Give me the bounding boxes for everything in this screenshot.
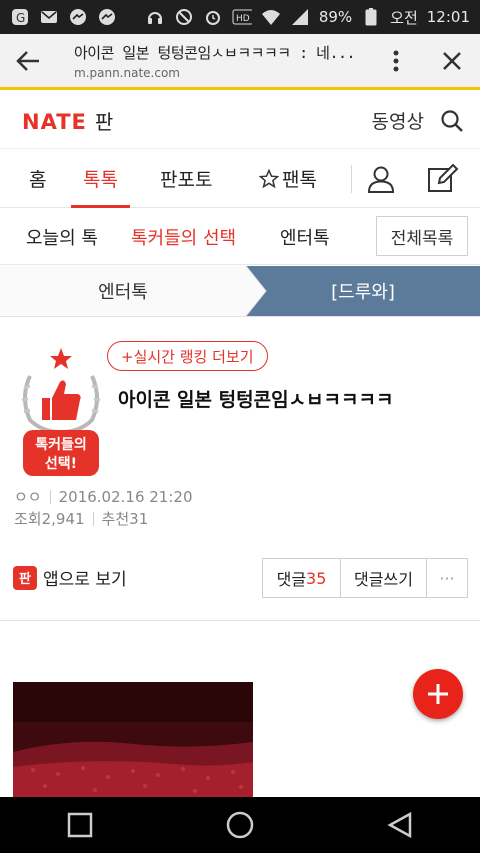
post-image — [13, 682, 253, 800]
badge-line-2: 선택! — [45, 455, 77, 472]
url-info[interactable]: 아이콘 일본 텅텅콘임ㅅㅂㅋㅋㅋㅋ : 네... m.pann.nate.com — [56, 42, 368, 80]
logo-pan: 판 — [94, 110, 114, 134]
browser-menu-button[interactable] — [368, 33, 424, 89]
nav-divider — [351, 165, 352, 193]
main-nav: 홈 톡톡 판포토 팬톡 — [0, 150, 480, 208]
sub-nav: 오늘의 톡 톡커들의 선택 엔터톡 전체목록 — [0, 209, 480, 265]
comments-label: 댓글 — [276, 570, 307, 589]
tab-toktok[interactable]: 톡톡 — [71, 150, 130, 208]
recent-apps-button[interactable] — [50, 797, 110, 853]
signal-icon — [290, 7, 310, 27]
tab-home[interactable]: 홈 — [29, 150, 46, 208]
do-not-disturb-icon — [174, 7, 194, 27]
write-post-button[interactable] — [427, 163, 459, 199]
browser-url-bar: 아이콘 일본 텅텅콘임ㅅㅂㅋㅋㅋㅋ : 네... m.pann.nate.com — [0, 34, 480, 90]
concert-photo — [13, 682, 253, 800]
svg-text:G: G — [16, 11, 25, 25]
post-title: 아이콘 일본 텅텅콘임ㅅㅂㅋㅋㅋㅋ — [118, 389, 394, 411]
app-notification-icon: G — [10, 7, 30, 27]
user-icon — [367, 166, 395, 193]
video-link[interactable]: 동영상 — [372, 107, 424, 134]
tab-pann-photo[interactable]: 판포토 — [160, 150, 212, 208]
meta-divider — [49, 489, 51, 504]
messenger-icon — [68, 7, 88, 27]
svg-text:HD: HD — [236, 14, 250, 24]
page-host: m.pann.nate.com — [74, 65, 180, 80]
badge-line-1: 톡커들의 — [35, 436, 87, 453]
pann-app-icon: 판 — [13, 565, 37, 590]
post-stats: 조회2,941 추천31 — [14, 508, 148, 529]
comment-actions: 댓글 35 댓글쓰기 ··· — [262, 558, 468, 598]
trophy-badge-icon: 톡커들의 선택! — [21, 348, 101, 476]
breadcrumb-subcategory-label: [드루와] — [331, 282, 395, 303]
more-vertical-icon — [393, 50, 399, 71]
search-icon — [441, 109, 463, 132]
more-options-button[interactable]: ··· — [427, 559, 467, 597]
system-nav-bar — [0, 797, 480, 853]
comments-count: 35 — [306, 568, 327, 588]
comments-button[interactable]: 댓글 35 — [263, 559, 341, 597]
breadcrumb-category[interactable]: 엔터톡 — [0, 266, 246, 316]
subnav-today-talk[interactable]: 오늘의 톡 — [26, 224, 98, 250]
post-views: 조회2,941 — [14, 510, 85, 528]
wifi-icon — [261, 7, 281, 27]
battery-percent: 89% — [318, 8, 353, 26]
all-categories-button[interactable]: 전체목록 — [376, 216, 468, 256]
email-icon — [39, 7, 59, 27]
realtime-ranking-link[interactable]: +실시간 랭킹 더보기 — [107, 341, 268, 371]
star-outline-icon — [259, 168, 279, 188]
post-recommends: 추천31 — [101, 510, 149, 528]
logo-nate: NATE — [22, 110, 87, 134]
nate-pann-logo[interactable]: NATE 판 — [22, 106, 113, 135]
system-back-button[interactable] — [370, 797, 430, 853]
post-meta: ㅇㅇ 2016.02.16 21:20 — [14, 486, 193, 507]
arrow-left-icon — [16, 50, 39, 71]
back-button[interactable] — [0, 33, 56, 89]
tab-fan-talk[interactable]: 팬톡 — [259, 150, 317, 208]
post-author[interactable]: ㅇㅇ — [14, 486, 42, 507]
breadcrumb-category-label: 엔터톡 — [98, 282, 148, 303]
alarm-icon — [203, 7, 223, 27]
open-in-app-button[interactable]: 판 앱으로 보기 — [13, 565, 127, 590]
tab-toktok-label: 톡톡 — [83, 169, 118, 191]
triangle-back-icon — [387, 811, 412, 839]
site-header: NATE 판 동영상 — [0, 93, 480, 149]
subnav-enter-talk[interactable]: 엔터톡 — [280, 224, 330, 250]
close-button[interactable] — [424, 33, 480, 89]
open-in-app-label: 앱으로 보기 — [43, 570, 127, 590]
page-tab-title: 아이콘 일본 텅텅콘임ㅅㅂㅋㅋㅋㅋ : 네... — [74, 43, 356, 62]
meta-divider — [92, 511, 94, 526]
breadcrumb: 엔터톡 [드루와] — [0, 266, 480, 316]
clock-time: 12:01 — [426, 8, 470, 26]
divider — [0, 316, 480, 317]
headset-icon — [145, 7, 165, 27]
tab-home-label: 홈 — [29, 169, 47, 191]
subnav-talkers-choice[interactable]: 톡커들의 선택 — [131, 224, 236, 250]
breadcrumb-arrow-icon — [246, 266, 267, 316]
breadcrumb-subcategory[interactable]: [드루와] — [246, 266, 480, 316]
tab-fan-talk-label: 팬톡 — [282, 169, 317, 191]
messenger-icon-2 — [97, 7, 117, 27]
profile-button[interactable] — [366, 164, 396, 198]
circle-icon — [226, 811, 254, 839]
write-comment-button[interactable]: 댓글쓰기 — [341, 559, 427, 597]
hd-icon: HD — [232, 7, 252, 27]
battery-icon — [361, 7, 381, 27]
tab-pann-photo-label: 판포토 — [160, 169, 213, 191]
search-button[interactable] — [424, 109, 480, 133]
post-date: 2016.02.16 21:20 — [58, 487, 193, 506]
talkers-choice-badge: 톡커들의 선택! — [14, 346, 108, 478]
home-button[interactable] — [210, 797, 270, 853]
add-floating-button[interactable] — [413, 669, 463, 719]
status-bar: G HD 89% 오전 12:01 — [0, 0, 480, 34]
square-icon — [67, 812, 93, 838]
edit-pencil-icon — [428, 163, 459, 192]
close-icon — [443, 51, 461, 70]
clock-ampm: 오전 — [390, 8, 418, 27]
plus-icon — [428, 684, 448, 704]
divider — [0, 620, 480, 621]
